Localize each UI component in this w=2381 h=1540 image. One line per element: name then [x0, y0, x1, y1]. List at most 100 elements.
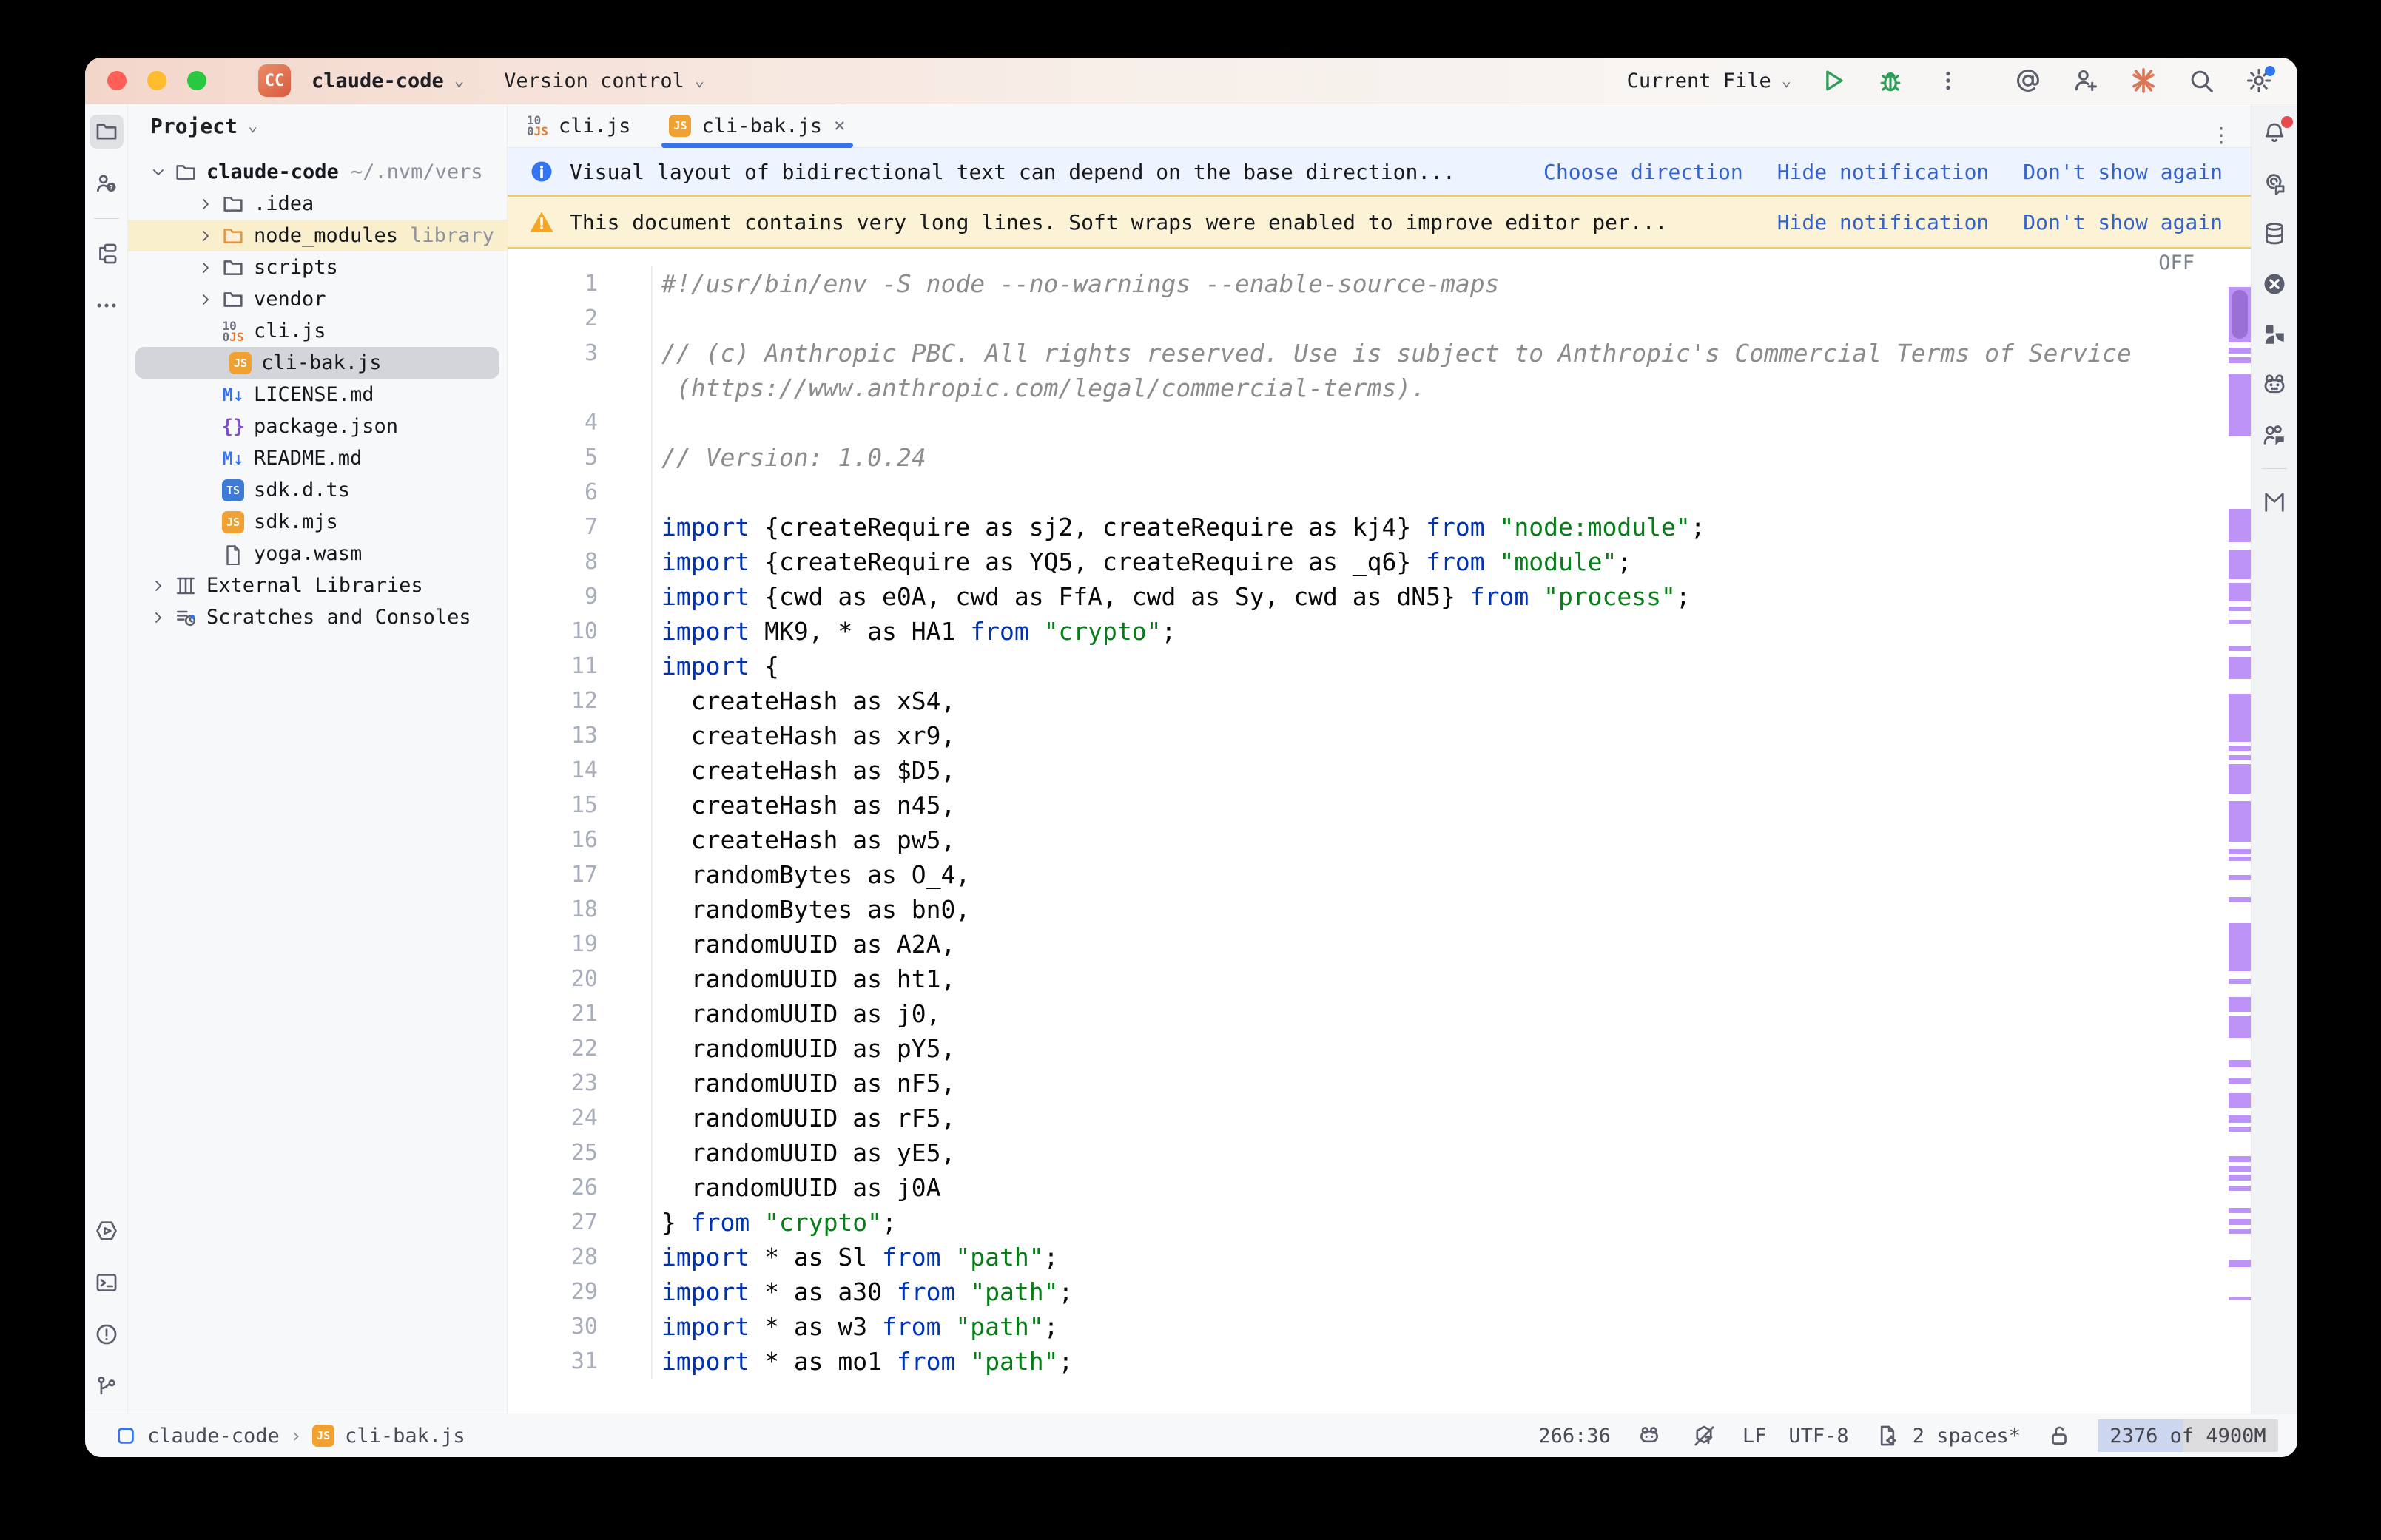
code-line[interactable]: 27} from "crypto"; [508, 1205, 2251, 1240]
code-line[interactable]: 3// (c) Anthropic PBC. All rights reserv… [508, 336, 2251, 371]
code-line[interactable]: 21 randomUUID as j0, [508, 996, 2251, 1031]
code-line[interactable]: 12 createHash as xS4, [508, 683, 2251, 718]
window-close-button[interactable] [107, 71, 127, 90]
more-tool-windows-button[interactable] [90, 288, 124, 322]
chevron-right-icon[interactable] [195, 195, 217, 213]
more-actions-kebab-icon[interactable] [1932, 64, 1964, 97]
scrollbar-thumb[interactable] [2232, 290, 2248, 339]
pull-requests-tool-button[interactable]: ? [90, 166, 124, 200]
chevron-right-icon[interactable] [147, 577, 169, 595]
code-line[interactable]: 26 randomUUID as j0A [508, 1170, 2251, 1205]
line-number[interactable]: 12 [508, 688, 651, 714]
line-number[interactable]: 27 [508, 1209, 651, 1235]
code-line[interactable]: 16 createHash as pw5, [508, 823, 2251, 857]
banner-link-hide-notification[interactable]: Hide notification [1777, 160, 1990, 184]
chevron-right-icon[interactable] [195, 291, 217, 308]
window-minimize-button[interactable] [147, 71, 166, 90]
vcs-widget[interactable]: Version control ⌄ [504, 70, 704, 92]
code-line[interactable]: 25 randomUUID as yE5, [508, 1135, 2251, 1170]
code-line[interactable]: 2 [508, 301, 2251, 336]
line-number[interactable]: 8 [508, 549, 651, 575]
banner-link-don-t-show-again[interactable]: Don't show again [2023, 210, 2223, 234]
tree-item-README.md[interactable]: M↓README.md [128, 442, 507, 474]
line-number[interactable]: 2 [508, 305, 651, 331]
line-number[interactable]: 28 [508, 1244, 651, 1270]
code-line[interactable]: 5// Version: 1.0.24 [508, 440, 2251, 475]
tab-options-kebab-icon[interactable]: ⋮ [2192, 123, 2251, 147]
proofreading-disabled-icon[interactable] [1688, 1419, 1720, 1452]
line-number[interactable]: 16 [508, 827, 651, 853]
tree-item-yoga.wasm[interactable]: yoga.wasm [128, 538, 507, 570]
code-line[interactable]: 7import {createRequire as sj2, createReq… [508, 510, 2251, 544]
run-configuration-selector[interactable]: Current File ⌄ [1627, 70, 1791, 92]
tree-item-claude-code[interactable]: claude-code~/.nvm/vers [128, 156, 507, 188]
breadcrumb-file[interactable]: cli-bak.js [345, 1425, 465, 1448]
line-number[interactable]: 25 [508, 1140, 651, 1166]
settings-gear-icon[interactable] [2243, 64, 2275, 97]
claude-asterisk-icon[interactable] [2127, 64, 2160, 97]
problems-tool-button[interactable] [90, 1317, 124, 1351]
code-line[interactable]: 19 randomUUID as A2A, [508, 927, 2251, 962]
line-number[interactable]: 26 [508, 1175, 651, 1200]
line-number[interactable]: 6 [508, 479, 651, 505]
project-panel-header[interactable]: Project ⌄ [128, 104, 507, 147]
terminal-tool-button[interactable] [90, 1266, 124, 1300]
tree-item-Scratches and Consoles[interactable]: Scratches and Consoles [128, 601, 507, 633]
tree-item-External Libraries[interactable]: External Libraries [128, 570, 507, 601]
robot-face-tool-button[interactable] [2257, 368, 2291, 402]
line-number[interactable]: 13 [508, 723, 651, 749]
code-line[interactable]: 28import * as Sl from "path"; [508, 1240, 2251, 1274]
chevron-right-icon[interactable] [195, 259, 217, 277]
highlighting-level-label[interactable]: OFF [2158, 251, 2195, 274]
caret-position-widget[interactable]: 266:36 [1538, 1425, 1611, 1448]
tree-item-vendor[interactable]: vendor [128, 283, 507, 315]
line-number[interactable]: 1 [508, 271, 651, 297]
tree-item-sdk.d.ts[interactable]: TSsdk.d.ts [128, 474, 507, 506]
chevron-down-icon[interactable] [147, 163, 169, 181]
line-number[interactable]: 9 [508, 584, 651, 609]
tree-item-.idea[interactable]: .idea [128, 188, 507, 220]
line-number[interactable]: 15 [508, 792, 651, 818]
line-number[interactable]: 21 [508, 1001, 651, 1027]
code-editor[interactable]: 1#!/usr/bin/env -S node --no-warnings --… [508, 249, 2251, 1414]
line-number[interactable]: 29 [508, 1279, 651, 1305]
code-line[interactable]: 22 randomUUID as pY5, [508, 1031, 2251, 1066]
circle-x-tool-button[interactable] [2257, 267, 2291, 301]
tab-cli-bak-js[interactable]: JS cli-bak.js × [650, 104, 864, 147]
tree-item-scripts[interactable]: scripts [128, 251, 507, 283]
tree-item-node_modules[interactable]: node_moduleslibrary [128, 220, 507, 251]
tree-item-package.json[interactable]: {}package.json [128, 411, 507, 442]
code-line[interactable]: 10import MK9, * as HA1 from "crypto"; [508, 614, 2251, 649]
code-with-me-users-tool-button[interactable] [2257, 418, 2291, 452]
line-number[interactable]: 18 [508, 896, 651, 922]
line-separator-widget[interactable]: LF [1742, 1425, 1767, 1448]
copilot-robot-icon[interactable] [1633, 1419, 1666, 1452]
line-number[interactable]: 11 [508, 653, 651, 679]
code-line[interactable]: 18 randomBytes as bn0, [508, 892, 2251, 927]
line-number[interactable]: 19 [508, 931, 651, 957]
line-number[interactable]: 31 [508, 1348, 651, 1374]
code-line[interactable]: 24 randomUUID as rF5, [508, 1101, 2251, 1135]
maven-tool-button[interactable] [2257, 485, 2291, 519]
editor-scrollbar-error-stripe[interactable] [2229, 249, 2251, 1414]
database-tool-button[interactable] [2257, 217, 2291, 251]
indent-file-gear-icon[interactable] [1871, 1419, 1904, 1452]
code-line[interactable]: 15 createHash as n45, [508, 788, 2251, 823]
structure-tool-button[interactable] [90, 237, 124, 271]
line-number[interactable]: 22 [508, 1036, 651, 1061]
git-tool-button[interactable] [90, 1369, 124, 1403]
code-line[interactable]: 9import {cwd as e0A, cwd as FfA, cwd as … [508, 579, 2251, 614]
code-line[interactable]: 20 randomUUID as ht1, [508, 962, 2251, 996]
memory-indicator-widget[interactable]: 2376 of 4900M [2098, 1419, 2278, 1452]
code-line[interactable]: 31import * as mo1 from "path"; [508, 1344, 2251, 1379]
code-line[interactable]: 4 [508, 405, 2251, 440]
line-number[interactable]: 20 [508, 966, 651, 992]
code-line[interactable]: 13 createHash as xr9, [508, 718, 2251, 753]
code-line[interactable]: 8import {createRequire as YQ5, createReq… [508, 544, 2251, 579]
readonly-unlocked-icon[interactable] [2043, 1419, 2075, 1452]
banner-link-don-t-show-again[interactable]: Don't show again [2023, 160, 2223, 184]
code-line[interactable]: (https://www.anthropic.com/legal/commerc… [508, 371, 2251, 405]
line-number[interactable]: 30 [508, 1314, 651, 1340]
ai-mention-icon[interactable] [2012, 64, 2044, 97]
tree-item-sdk.mjs[interactable]: JSsdk.mjs [128, 506, 507, 538]
